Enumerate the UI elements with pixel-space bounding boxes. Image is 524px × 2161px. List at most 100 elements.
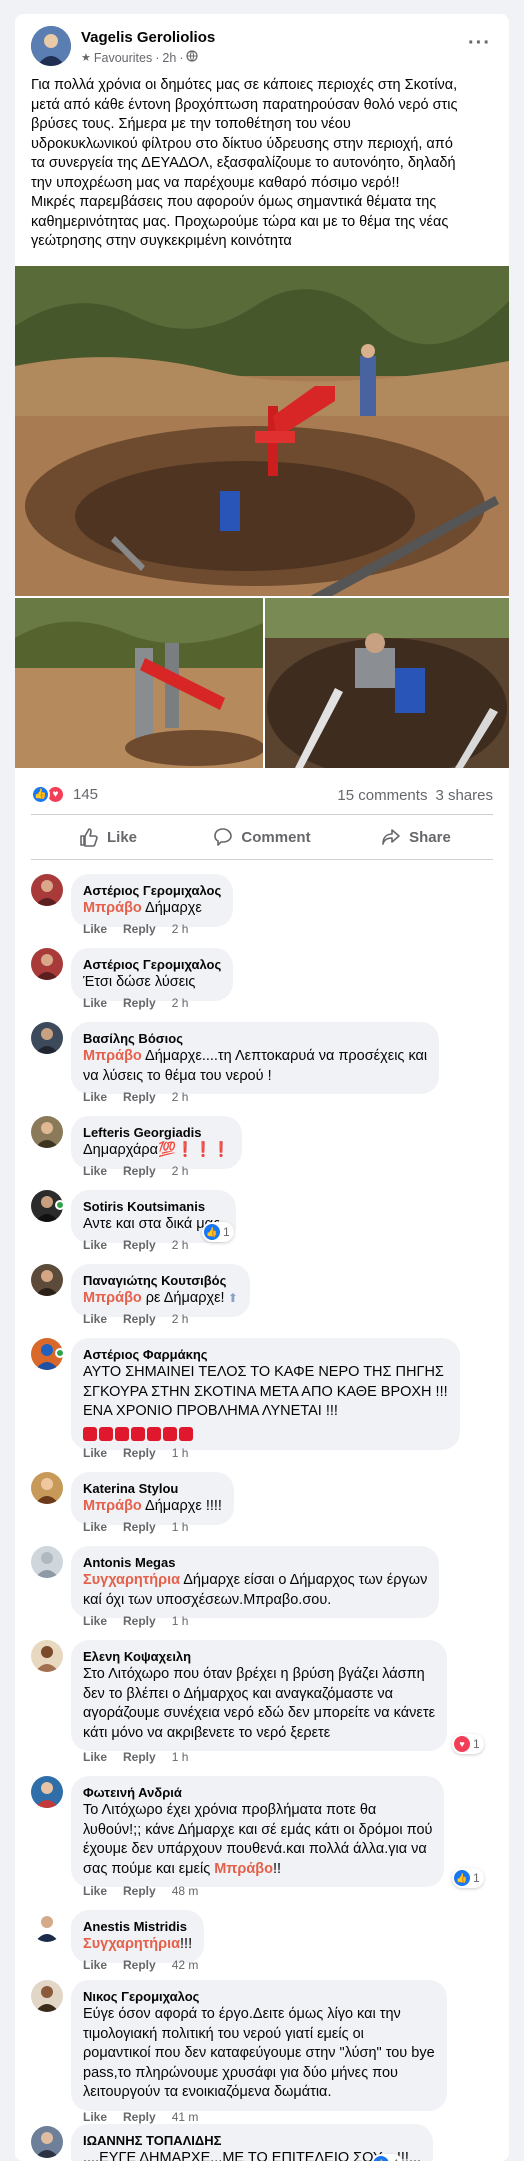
like-button[interactable]: Like xyxy=(31,815,185,859)
commenter-avatar[interactable] xyxy=(31,1776,63,1808)
comment-like-button[interactable]: Like xyxy=(83,2110,107,2124)
comment-reply-button[interactable]: Reply xyxy=(123,2110,156,2124)
comment-reaction-count: 1 xyxy=(223,1225,230,1239)
comment-text: Έτσι δώσε λύσεις xyxy=(83,974,196,990)
comment-reactions[interactable]: 👍4 xyxy=(371,2154,403,2161)
author-name[interactable]: Vagelis Geroliolios xyxy=(81,29,215,46)
commenter-avatar[interactable] xyxy=(31,1022,63,1054)
comment-bubble: Αστέριος Γερομιχαλος Μπράβο Δήμαρχε xyxy=(71,874,234,927)
comment-reactions[interactable]: ♥ 1 xyxy=(452,1734,484,1754)
commenter-name[interactable]: Νικος Γερομιχαλος xyxy=(83,1988,435,2005)
commenter-name[interactable]: Βασίλης Βόσιος xyxy=(83,1030,427,1047)
comment-reaction-count: 4 xyxy=(392,2157,399,2161)
photo-main[interactable] xyxy=(15,266,509,596)
shares-count[interactable]: 3 shares xyxy=(435,787,493,804)
more-dots-icon[interactable]: ··· xyxy=(468,32,491,55)
comment-text: Συγχαρητήρια!!! xyxy=(83,1936,193,1952)
post-text-line: Μικρές παρεμβάσεις που αφορούν όμως σημα… xyxy=(31,194,437,210)
commenter-avatar[interactable] xyxy=(31,1546,63,1578)
comment-like-button[interactable]: Like xyxy=(83,1884,107,1898)
comment-time[interactable]: 41 m xyxy=(172,2110,199,2124)
comment-text: Μπράβο Δήμαρχε !!!! xyxy=(83,1498,222,1514)
comment-actions: Like Reply 48 m xyxy=(83,1884,198,1898)
audience-label: Favourites xyxy=(93,50,153,65)
rose-emojis xyxy=(83,1426,448,1442)
comment-text: Μπράβο Δήμαρχε....τη Λεπτοκαρυά να προσέ… xyxy=(83,1048,428,1084)
author-avatar[interactable] xyxy=(31,26,71,66)
commenter-name[interactable]: Anestis Mistridis xyxy=(83,1918,192,1935)
comment-time[interactable]: 48 m xyxy=(172,1884,199,1898)
commenter-name[interactable]: ΙΩΑΝΝΗΣ ΤΟΠΑΛΙΔΗΣ xyxy=(83,2132,421,2149)
commenter-avatar[interactable] xyxy=(31,874,63,906)
comment-text: Συγχαρητήρια Δήμαρχε είσαι ο Δήμαρχος τω… xyxy=(83,1572,428,1608)
comment: Αστέριος Γερομιχαλος Έτσι δώσε λύσεις Li… xyxy=(31,934,501,1010)
post-card: Vagelis Geroliolios ★ Favourites · 2h · … xyxy=(15,14,509,2161)
comment: Βασίλης Βόσιος Μπράβο Δήμαρχε....τη Λεπτ… xyxy=(31,1008,501,1104)
thumbs-up-icon: 👍 xyxy=(454,1870,470,1886)
comment-bubble: Νικος Γερομιχαλος Εύγε όσον αφορά το έργ… xyxy=(71,1980,447,2111)
comment-reactions[interactable]: 👍 1 xyxy=(202,1222,234,1242)
commenter-name[interactable]: Φωτεινή Ανδριά xyxy=(83,1784,432,1801)
comment-button[interactable]: Comment xyxy=(185,815,339,859)
post-text-line: Για πολλά χρόνια οι δημότες μας σε κάποι… xyxy=(31,77,458,93)
post-text-line: μετά από κάθε έντονη βροχόπτωση παρατηρο… xyxy=(31,96,458,113)
comment-bubble: Βασίλης Βόσιος Μπράβο Δήμαρχε....τη Λεπτ… xyxy=(71,1022,440,1094)
comment-bubble: Antonis Megas Συγχαρητήρια Δήμαρχε είσαι… xyxy=(71,1546,440,1618)
globe-icon xyxy=(186,50,199,65)
commenter-name[interactable]: Αστέριος Γερομιχαλος xyxy=(83,882,221,899)
post-time[interactable]: 2h xyxy=(162,51,176,65)
post-meta: ★ Favourites · 2h · xyxy=(81,50,199,65)
commenter-name[interactable]: Αστέριος Φαρμάκης xyxy=(83,1346,448,1363)
comment-bubble: Ελενη Κοψαχειλη Στο Λιτόχωρο που όταν βρ… xyxy=(71,1640,448,1751)
commenter-avatar[interactable] xyxy=(31,1472,63,1504)
stats-right: 15 comments 3 shares xyxy=(337,787,493,804)
comment: Αστέριος Φαρμάκης ΑΥΤΟ ΣΗΜΑΙΝΕΙ ΤΕΛΟΣ ΤΟ… xyxy=(31,1324,501,1460)
comment-bubble: Παναγιώτης Κουτσιβός Μπράβο ρε Δήμαρχε! … xyxy=(71,1264,250,1317)
commenter-name[interactable]: Ελενη Κοψαχειλη xyxy=(83,1648,435,1665)
comment-reply-button[interactable]: Reply xyxy=(123,1884,156,1898)
comment: Lefteris Georgiadis Δημαρχάρα💯❗❗❗ Like Re… xyxy=(31,1102,501,1178)
comment-text: Μπράβο ρε Δήμαρχε! ⬆ xyxy=(83,1290,238,1306)
commenter-name[interactable]: Antonis Megas xyxy=(83,1554,427,1571)
post-text-line: τα συνεργεία της ΔΕΥΑΔΟΛ, εξασφαλίζουμε … xyxy=(31,155,456,171)
heart-icon: ♥ xyxy=(454,1736,470,1752)
comment: Αστέριος Γερομιχαλος Μπράβο Δήμαρχε Like… xyxy=(31,860,501,936)
share-button[interactable]: Share xyxy=(339,815,493,859)
comment: Anestis Mistridis Συγχαρητήρια!!! Like Re… xyxy=(31,1898,501,1972)
comment-label: Comment xyxy=(241,828,311,846)
photo-filter[interactable] xyxy=(15,598,263,768)
commenter-name[interactable]: Αστέριος Γερομιχαλος xyxy=(83,956,221,973)
commenter-avatar[interactable] xyxy=(31,1910,63,1942)
photo-workers[interactable] xyxy=(265,598,509,768)
commenter-avatar[interactable] xyxy=(31,2126,63,2158)
online-status-dot xyxy=(55,1348,65,1358)
thumbs-up-icon: 👍 xyxy=(31,785,50,804)
comment-text: ΑΥΤΟ ΣΗΜΑΙΝΕΙ ΤΕΛΟΣ ΤΟ ΚΑΦΕ ΝΕΡΟ ΤΗΣ ΠΗΓ… xyxy=(83,1364,448,1419)
comment: Παναγιώτης Κουτσιβός Μπράβο ρε Δήμαρχε! … xyxy=(31,1250,501,1326)
commenter-avatar[interactable] xyxy=(31,1980,63,2012)
post-text-line: καθημερινότητας μας. Προχωρούμε τώρα και… xyxy=(31,213,449,230)
thumbs-up-icon: 👍 xyxy=(204,1224,220,1240)
commenter-name[interactable]: Sotiris Koutsimanis xyxy=(83,1198,224,1215)
comment-text: Εύγε όσον αφορά το έργο.Δειτε όμως λίγο … xyxy=(83,2006,435,2100)
commenter-name[interactable]: Lefteris Georgiadis xyxy=(83,1124,230,1141)
commenter-avatar[interactable] xyxy=(31,948,63,980)
commenter-avatar[interactable] xyxy=(31,1116,63,1148)
comment-text: Δημαρχάρα💯❗❗❗ xyxy=(83,1142,231,1158)
comment-bubble: Φωτεινή Ανδριά Το Λιτόχωρο έχει χρόνια π… xyxy=(71,1776,445,1887)
comment-reaction-count: 1 xyxy=(473,1871,480,1885)
comment: ΙΩΑΝΝΗΣ ΤΟΠΑΛΙΔΗΣ ....ΕΥΓΕ ΔΗΜΑΡΧΕ...ΜΕ … xyxy=(31,2124,501,2161)
commenter-name[interactable]: Katerina Stylou xyxy=(83,1480,222,1497)
commenter-avatar[interactable] xyxy=(31,1640,63,1672)
post-text: Για πολλά χρόνια οι δημότες μας σε κάποι… xyxy=(31,76,496,252)
comment-reactions[interactable]: 👍 1 xyxy=(452,1868,484,1888)
comment-bubble: Katerina Stylou Μπράβο Δήμαρχε !!!! xyxy=(71,1472,234,1525)
commenter-avatar[interactable] xyxy=(31,1264,63,1296)
comment: Antonis Megas Συγχαρητήρια Δήμαρχε είσαι… xyxy=(31,1532,501,1628)
thumbs-up-icon xyxy=(80,828,98,847)
comment-text: Το Λιτόχωρο έχει χρόνια προβλήματα ποτε … xyxy=(83,1802,433,1877)
comments-count[interactable]: 15 comments xyxy=(337,787,427,804)
commenter-name[interactable]: Παναγιώτης Κουτσιβός xyxy=(83,1272,238,1289)
comment-actions: Like Reply 41 m xyxy=(83,2110,198,2124)
reactions-summary[interactable]: 👍 ♥ 145 xyxy=(31,785,98,804)
